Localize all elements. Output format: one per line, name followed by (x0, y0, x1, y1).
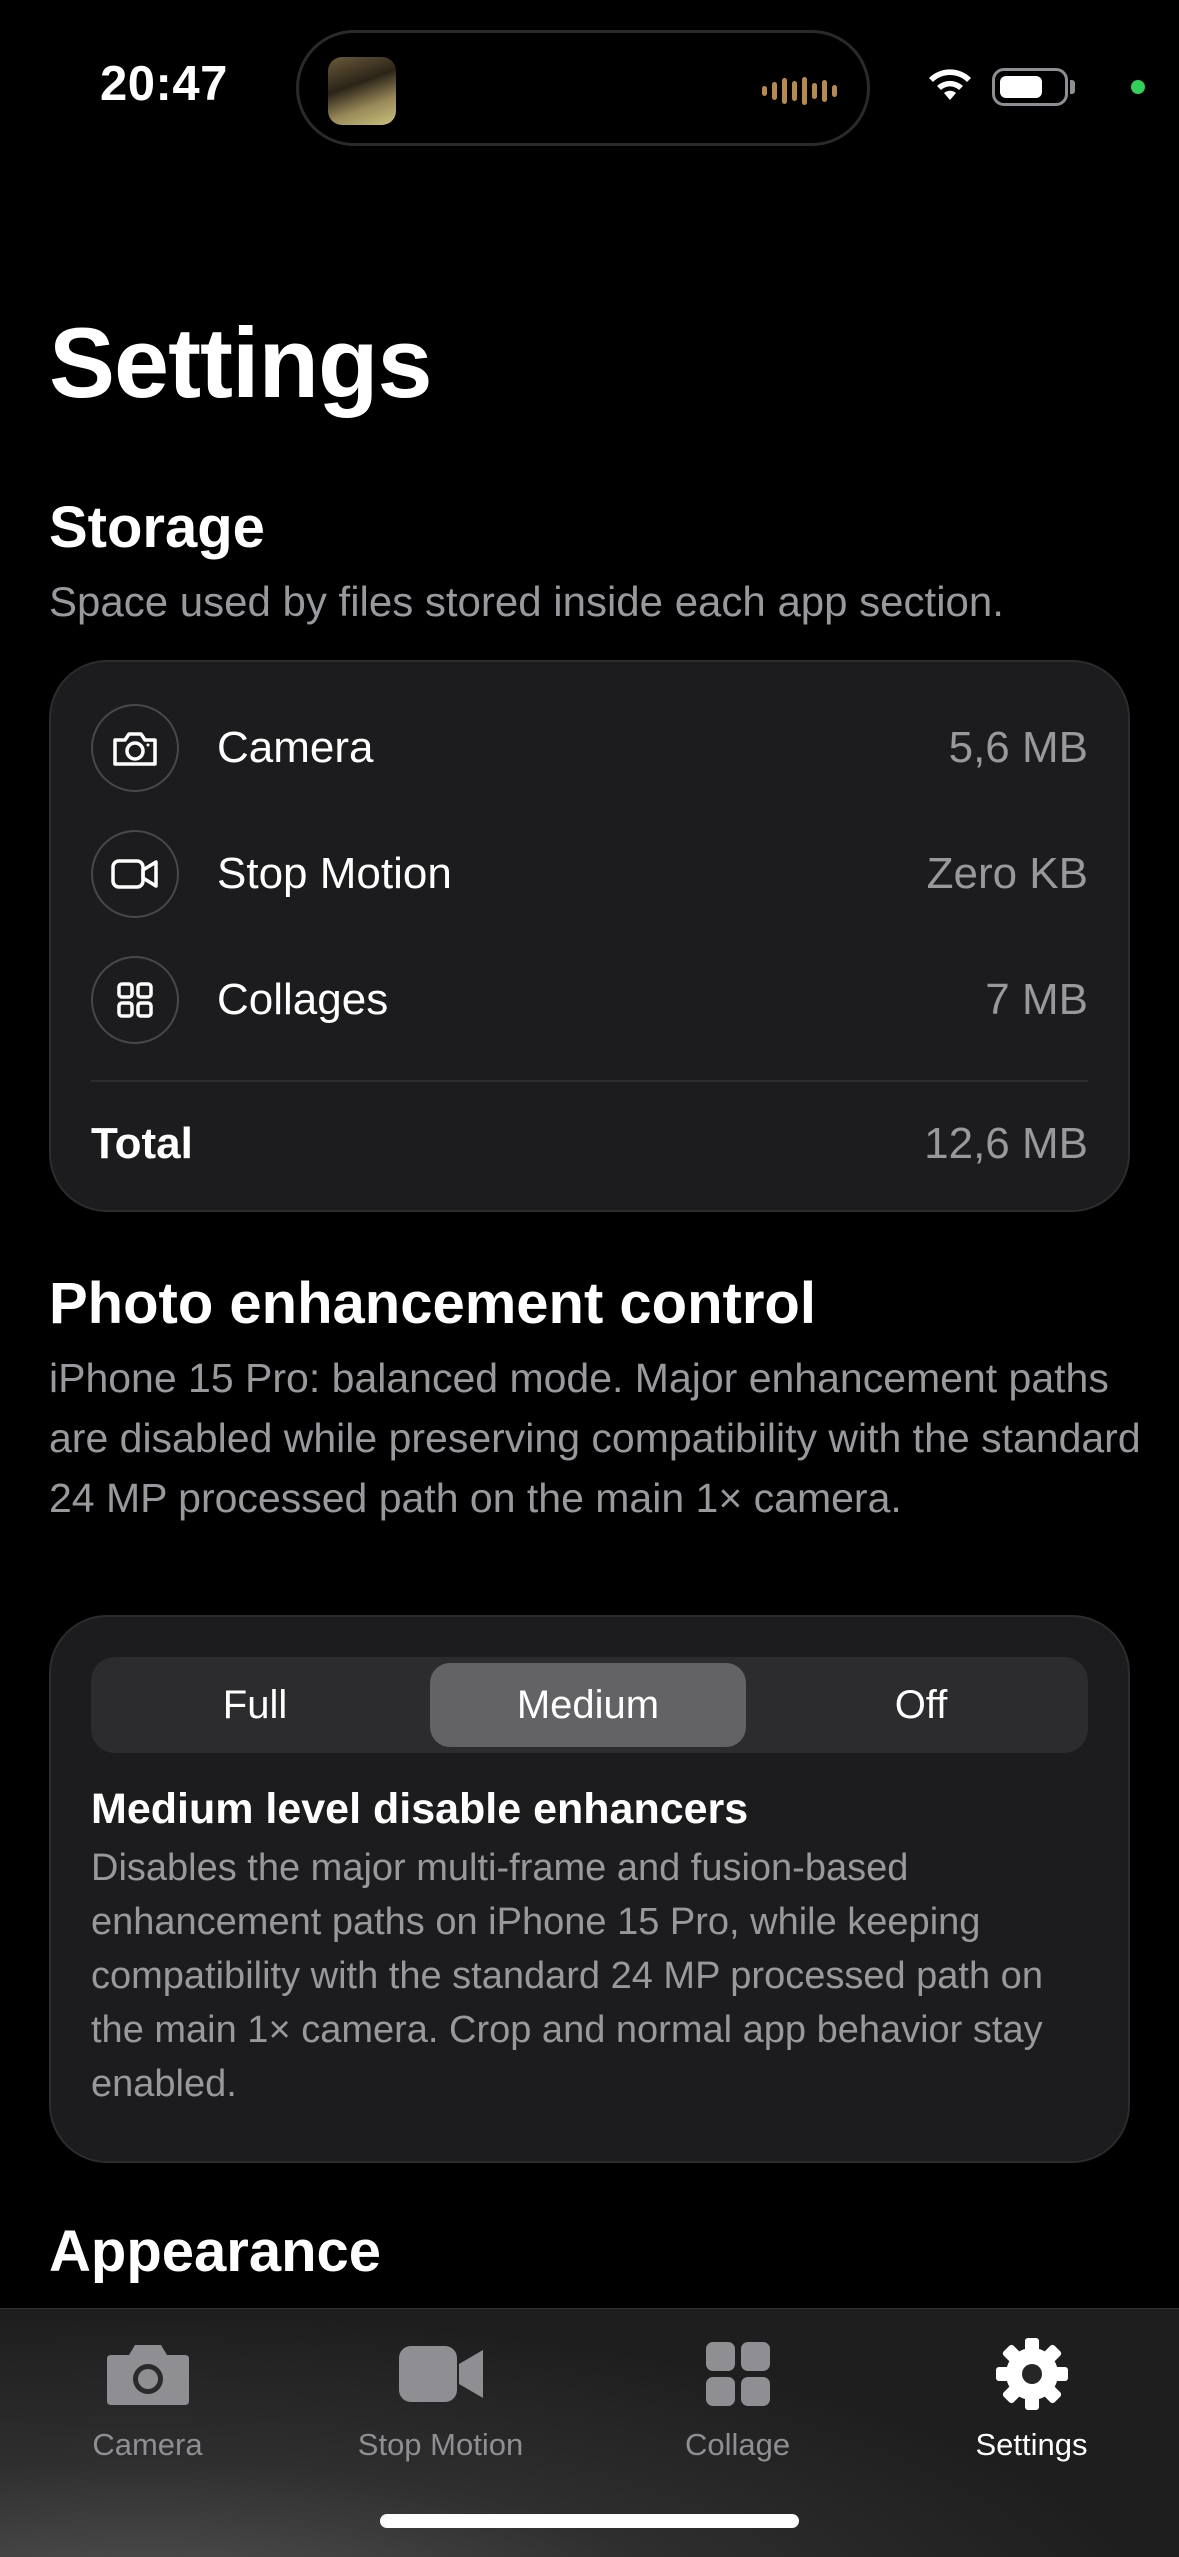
storage-value: 7 MB (985, 975, 1088, 1024)
home-indicator[interactable] (380, 2514, 799, 2528)
storage-section-description: Space used by files stored inside each a… (49, 578, 1004, 625)
tab-label: Camera (92, 2427, 203, 2462)
camera-icon (91, 704, 179, 792)
gear-icon (994, 2329, 1070, 2419)
enhancement-card: Full Medium Off Medium level disable enh… (49, 1615, 1130, 2163)
grid-fill-icon (704, 2329, 772, 2419)
storage-card: Camera 5,6 MB Stop Motion Zero KB Collag… (49, 660, 1130, 1212)
tab-settings[interactable]: Settings (884, 2309, 1179, 2499)
storage-row-stop-motion[interactable]: Stop Motion Zero KB (91, 828, 1088, 920)
segment-off[interactable]: Off (763, 1663, 1079, 1747)
storage-value: 5,6 MB (948, 723, 1088, 772)
storage-section-title: Storage (49, 495, 265, 560)
mode-description: Disables the major multi-frame and fusio… (91, 1847, 1043, 2105)
segment-medium[interactable]: Medium (430, 1663, 746, 1747)
tab-label: Settings (975, 2427, 1088, 2462)
storage-row-camera[interactable]: Camera 5,6 MB (91, 702, 1088, 794)
total-label: Total (91, 1119, 193, 1168)
storage-value: Zero KB (926, 849, 1088, 898)
audio-waveform-icon (762, 77, 837, 105)
storage-label: Collages (217, 975, 389, 1024)
appearance-section-title: Appearance (49, 2219, 382, 2284)
enhancement-mode-segmented-control: Full Medium Off (91, 1657, 1088, 1753)
tab-label: Stop Motion (357, 2427, 524, 2462)
video-fill-icon (397, 2329, 485, 2419)
total-value: 12,6 MB (924, 1119, 1088, 1168)
page-title: Settings (49, 307, 433, 418)
mic-indicator-dot (1131, 80, 1145, 94)
enhancement-section-title: Photo enhancement control (49, 1271, 816, 1336)
tab-collage[interactable]: Collage (590, 2309, 885, 2499)
storage-divider (91, 1080, 1088, 1082)
status-time: 20:47 (100, 57, 228, 111)
segment-full[interactable]: Full (97, 1663, 413, 1747)
storage-label: Camera (217, 723, 374, 772)
storage-label: Stop Motion (217, 849, 452, 898)
dynamic-island[interactable] (296, 30, 870, 146)
camera-fill-icon (105, 2329, 191, 2419)
tab-label: Collage (684, 2427, 791, 2462)
battery-tip (1070, 80, 1075, 94)
storage-row-total: Total 12,6 MB (91, 1098, 1088, 1190)
mode-title: Medium level disable enhancers (91, 1785, 749, 1833)
video-icon (91, 830, 179, 918)
enhancement-section-description: iPhone 15 Pro: balanced mode. Major enha… (49, 1355, 1141, 1521)
grid-icon (91, 956, 179, 1044)
storage-row-collages[interactable]: Collages 7 MB (91, 954, 1088, 1046)
now-playing-artwork (328, 57, 396, 125)
battery-icon (992, 68, 1068, 106)
tab-camera[interactable]: Camera (0, 2309, 295, 2499)
tab-stop-motion[interactable]: Stop Motion (293, 2309, 588, 2499)
wifi-icon (924, 64, 976, 109)
